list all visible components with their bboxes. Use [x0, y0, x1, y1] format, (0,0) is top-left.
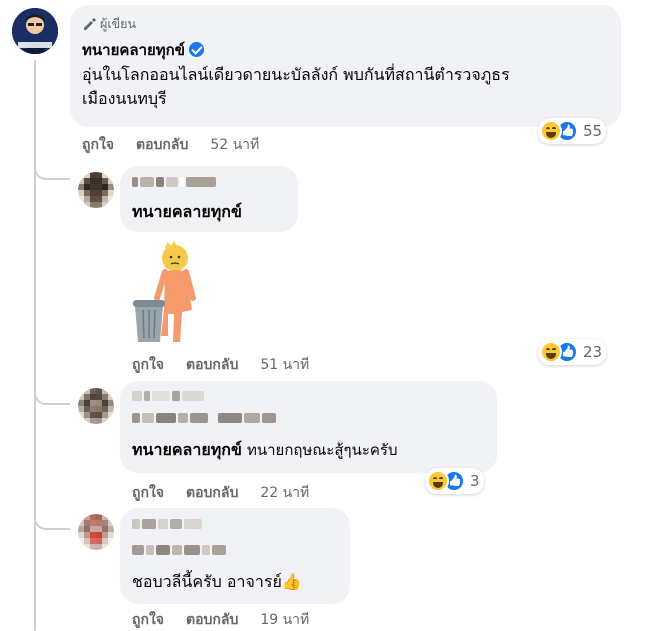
haha-reaction-icon: [540, 341, 562, 363]
comment-actions: ถูกใจ ตอบกลับ 19 นาที: [132, 609, 309, 631]
redacted-name: [132, 519, 202, 529]
author-badge-label: ผู้เขียน: [100, 16, 137, 31]
reply-text: ทนายคลายทุกข์ ทนายกฤษณะสู้ๆนะครับ: [132, 439, 398, 461]
like-button[interactable]: ถูกใจ: [132, 609, 164, 631]
comment-text-line: เมืองนนทบุรี: [82, 89, 167, 108]
reply-avatar[interactable]: [78, 388, 114, 424]
reply-avatar[interactable]: [78, 172, 114, 208]
reaction-count: 23: [583, 343, 603, 361]
like-button[interactable]: ถูกใจ: [132, 482, 164, 504]
redacted-name: [132, 413, 276, 423]
comment-actions: ถูกใจ ตอบกลับ 22 นาที: [132, 482, 309, 504]
reply-message: ชอบวลีนี้ครับ อาจารย์👍: [132, 572, 302, 591]
reply-bubble: ทนายคลายทุกข์: [120, 166, 298, 232]
thread-line: [34, 60, 36, 631]
haha-reaction-icon: [540, 120, 562, 142]
reply-bubble: ชอบวลีนี้ครับ อาจารย์👍: [120, 508, 350, 604]
redacted-name: [132, 177, 216, 187]
comment-timestamp[interactable]: 52 นาที: [210, 134, 259, 156]
comment-timestamp[interactable]: 19 นาที: [260, 609, 309, 631]
reaction-summary[interactable]: 23: [538, 339, 607, 365]
reaction-summary[interactable]: 55: [538, 118, 607, 144]
reply-button[interactable]: ตอบกลับ: [186, 354, 238, 376]
reply-bubble: ทนายคลายทุกข์ ทนายกฤษณะสู้ๆนะครับ: [120, 381, 497, 473]
pencil-icon: [84, 18, 96, 30]
like-button[interactable]: ถูกใจ: [132, 354, 164, 376]
author-avatar[interactable]: [12, 8, 58, 54]
like-button[interactable]: ถูกใจ: [82, 134, 114, 156]
reply-button[interactable]: ตอบกลับ: [136, 134, 188, 156]
verified-badge-icon: [189, 42, 205, 57]
haha-reaction-icon: [427, 470, 449, 492]
mention-name[interactable]: ทนายคลายทุกข์: [132, 200, 242, 225]
thread-branch: [34, 375, 70, 405]
reply-button[interactable]: ตอบกลับ: [186, 482, 238, 504]
redacted-name: [132, 545, 226, 555]
reply-message: ทนายกฤษณะสู้ๆนะครับ: [246, 441, 398, 459]
reply-avatar[interactable]: [78, 514, 114, 550]
comment-timestamp[interactable]: 22 นาที: [260, 482, 309, 504]
thread-branch: [34, 150, 70, 180]
sad-trash-sticker: [133, 241, 196, 342]
comment-author-name[interactable]: ทนายคลายทุกข์: [82, 41, 185, 59]
comment-actions: ถูกใจ ตอบกลับ 52 นาที: [82, 134, 259, 156]
redacted-name: [132, 391, 204, 401]
author-avatar-image: [12, 8, 58, 54]
reaction-count: 3: [470, 472, 480, 490]
comment-actions: ถูกใจ ตอบกลับ 51 นาที: [132, 354, 309, 376]
reaction-count: 55: [583, 122, 603, 140]
reaction-summary[interactable]: 3: [425, 468, 484, 494]
comment-text: อุ่นในโลกออนไลน์เดียวดายนะบัลลังก์ พบกัน…: [82, 63, 612, 111]
comment-text-line: อุ่นในโลกออนไลน์เดียวดายนะบัลลังก์ พบกัน…: [82, 65, 510, 84]
author-badge: ผู้เขียน: [82, 14, 136, 34]
main-comment-bubble: ผู้เขียน ทนายคลายทุกข์ อุ่นในโลกออนไลน์เ…: [70, 5, 621, 127]
comment-timestamp[interactable]: 51 นาที: [260, 354, 309, 376]
thread-branch: [34, 500, 70, 530]
reply-button[interactable]: ตอบกลับ: [186, 609, 238, 631]
mention-name[interactable]: ทนายคลายทุกข์: [132, 440, 242, 459]
